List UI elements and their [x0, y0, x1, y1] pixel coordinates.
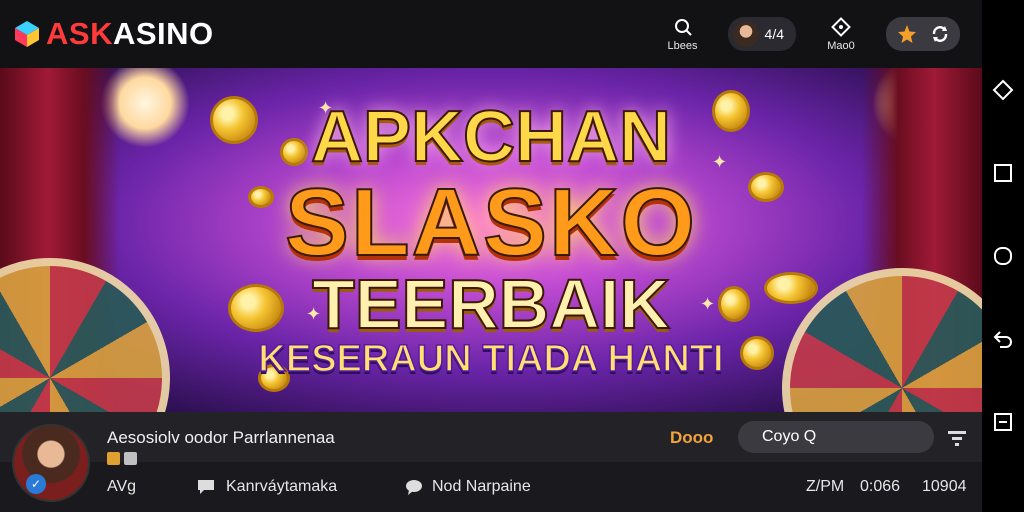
system-nav-bar — [982, 0, 1024, 512]
banner-headline-1: APKCHAN — [310, 96, 672, 178]
meta-item-1[interactable]: Kanrváytamaka — [226, 478, 337, 496]
filter-icon[interactable] — [946, 427, 968, 449]
brand-logo[interactable]: ASKASINO — [12, 16, 214, 52]
nav-mode-button[interactable]: Mao0 — [814, 16, 868, 52]
diamond-icon — [831, 16, 851, 37]
menu-box-icon — [994, 413, 1012, 432]
rotate-icon — [992, 79, 1014, 101]
meta-avg: AVg — [107, 478, 137, 495]
stat-count: 10904 — [922, 478, 967, 495]
user-value: 4/4 — [764, 26, 784, 42]
home-circle-icon — [994, 246, 1012, 265]
banner-headline-3: TEERBAIK — [311, 264, 671, 344]
nav-menu-button[interactable] — [992, 411, 1014, 433]
refresh-icon — [932, 26, 948, 42]
comment-icon — [406, 480, 422, 495]
brand-name-part1: ASK — [46, 16, 113, 51]
nav-rotate-button[interactable] — [992, 79, 1014, 101]
game-title: Aesosiolv oodor Parrlannenaa — [107, 428, 335, 447]
banner-tagline: KESERAUN TIADA HANTI — [258, 337, 725, 381]
search-input[interactable]: Coyo Q — [738, 421, 934, 453]
avatar — [732, 21, 759, 47]
nav-search-label: Lbees — [667, 39, 698, 52]
nav-recents-button[interactable] — [992, 162, 1014, 184]
top-header: ASKASINO Lbees 4/4 Mao0 — [0, 0, 982, 68]
user-pill[interactable]: 4/4 — [727, 17, 796, 51]
recents-square-icon — [994, 163, 1012, 182]
search-value: Coyo Q — [762, 428, 817, 445]
star-icon — [898, 25, 916, 43]
search-icon — [674, 18, 692, 36]
demo-button[interactable]: Dooo — [670, 428, 713, 448]
chat-icon — [198, 480, 214, 494]
stat-time: Z/PM — [806, 478, 845, 495]
nav-back-button[interactable] — [992, 328, 1014, 350]
back-arrow-icon — [993, 331, 1012, 349]
actions-pill[interactable] — [886, 17, 960, 51]
brand-name: ASKASINO — [46, 16, 214, 52]
stat-duration: 0:066 — [860, 478, 901, 495]
logo-cube-icon — [15, 21, 39, 47]
nav-search-button[interactable]: Lbees — [656, 17, 710, 52]
meta-item-2[interactable]: Nod Narpaine — [432, 478, 531, 496]
nav-home-button[interactable] — [992, 245, 1014, 267]
nav-mode-label: Mao0 — [827, 39, 855, 52]
game-info-panel: Aesosiolv oodor Parrlannenaa Dooo Coyo Q… — [0, 412, 982, 512]
game-info-row: Aesosiolv oodor Parrlannenaa Dooo Coyo Q — [0, 412, 982, 465]
banner-headline-2: SLASKO — [284, 168, 698, 277]
game-meta-row: AVg Kanrváytamaka Nod Narpaine Z/PM 0:06… — [0, 462, 982, 512]
brand-name-part2: ASINO — [112, 16, 214, 51]
promo-banner[interactable]: ✦ ✦ ✦ ✦ APKCHAN SLASKO TEERBAIK KESERAUN… — [0, 68, 982, 412]
